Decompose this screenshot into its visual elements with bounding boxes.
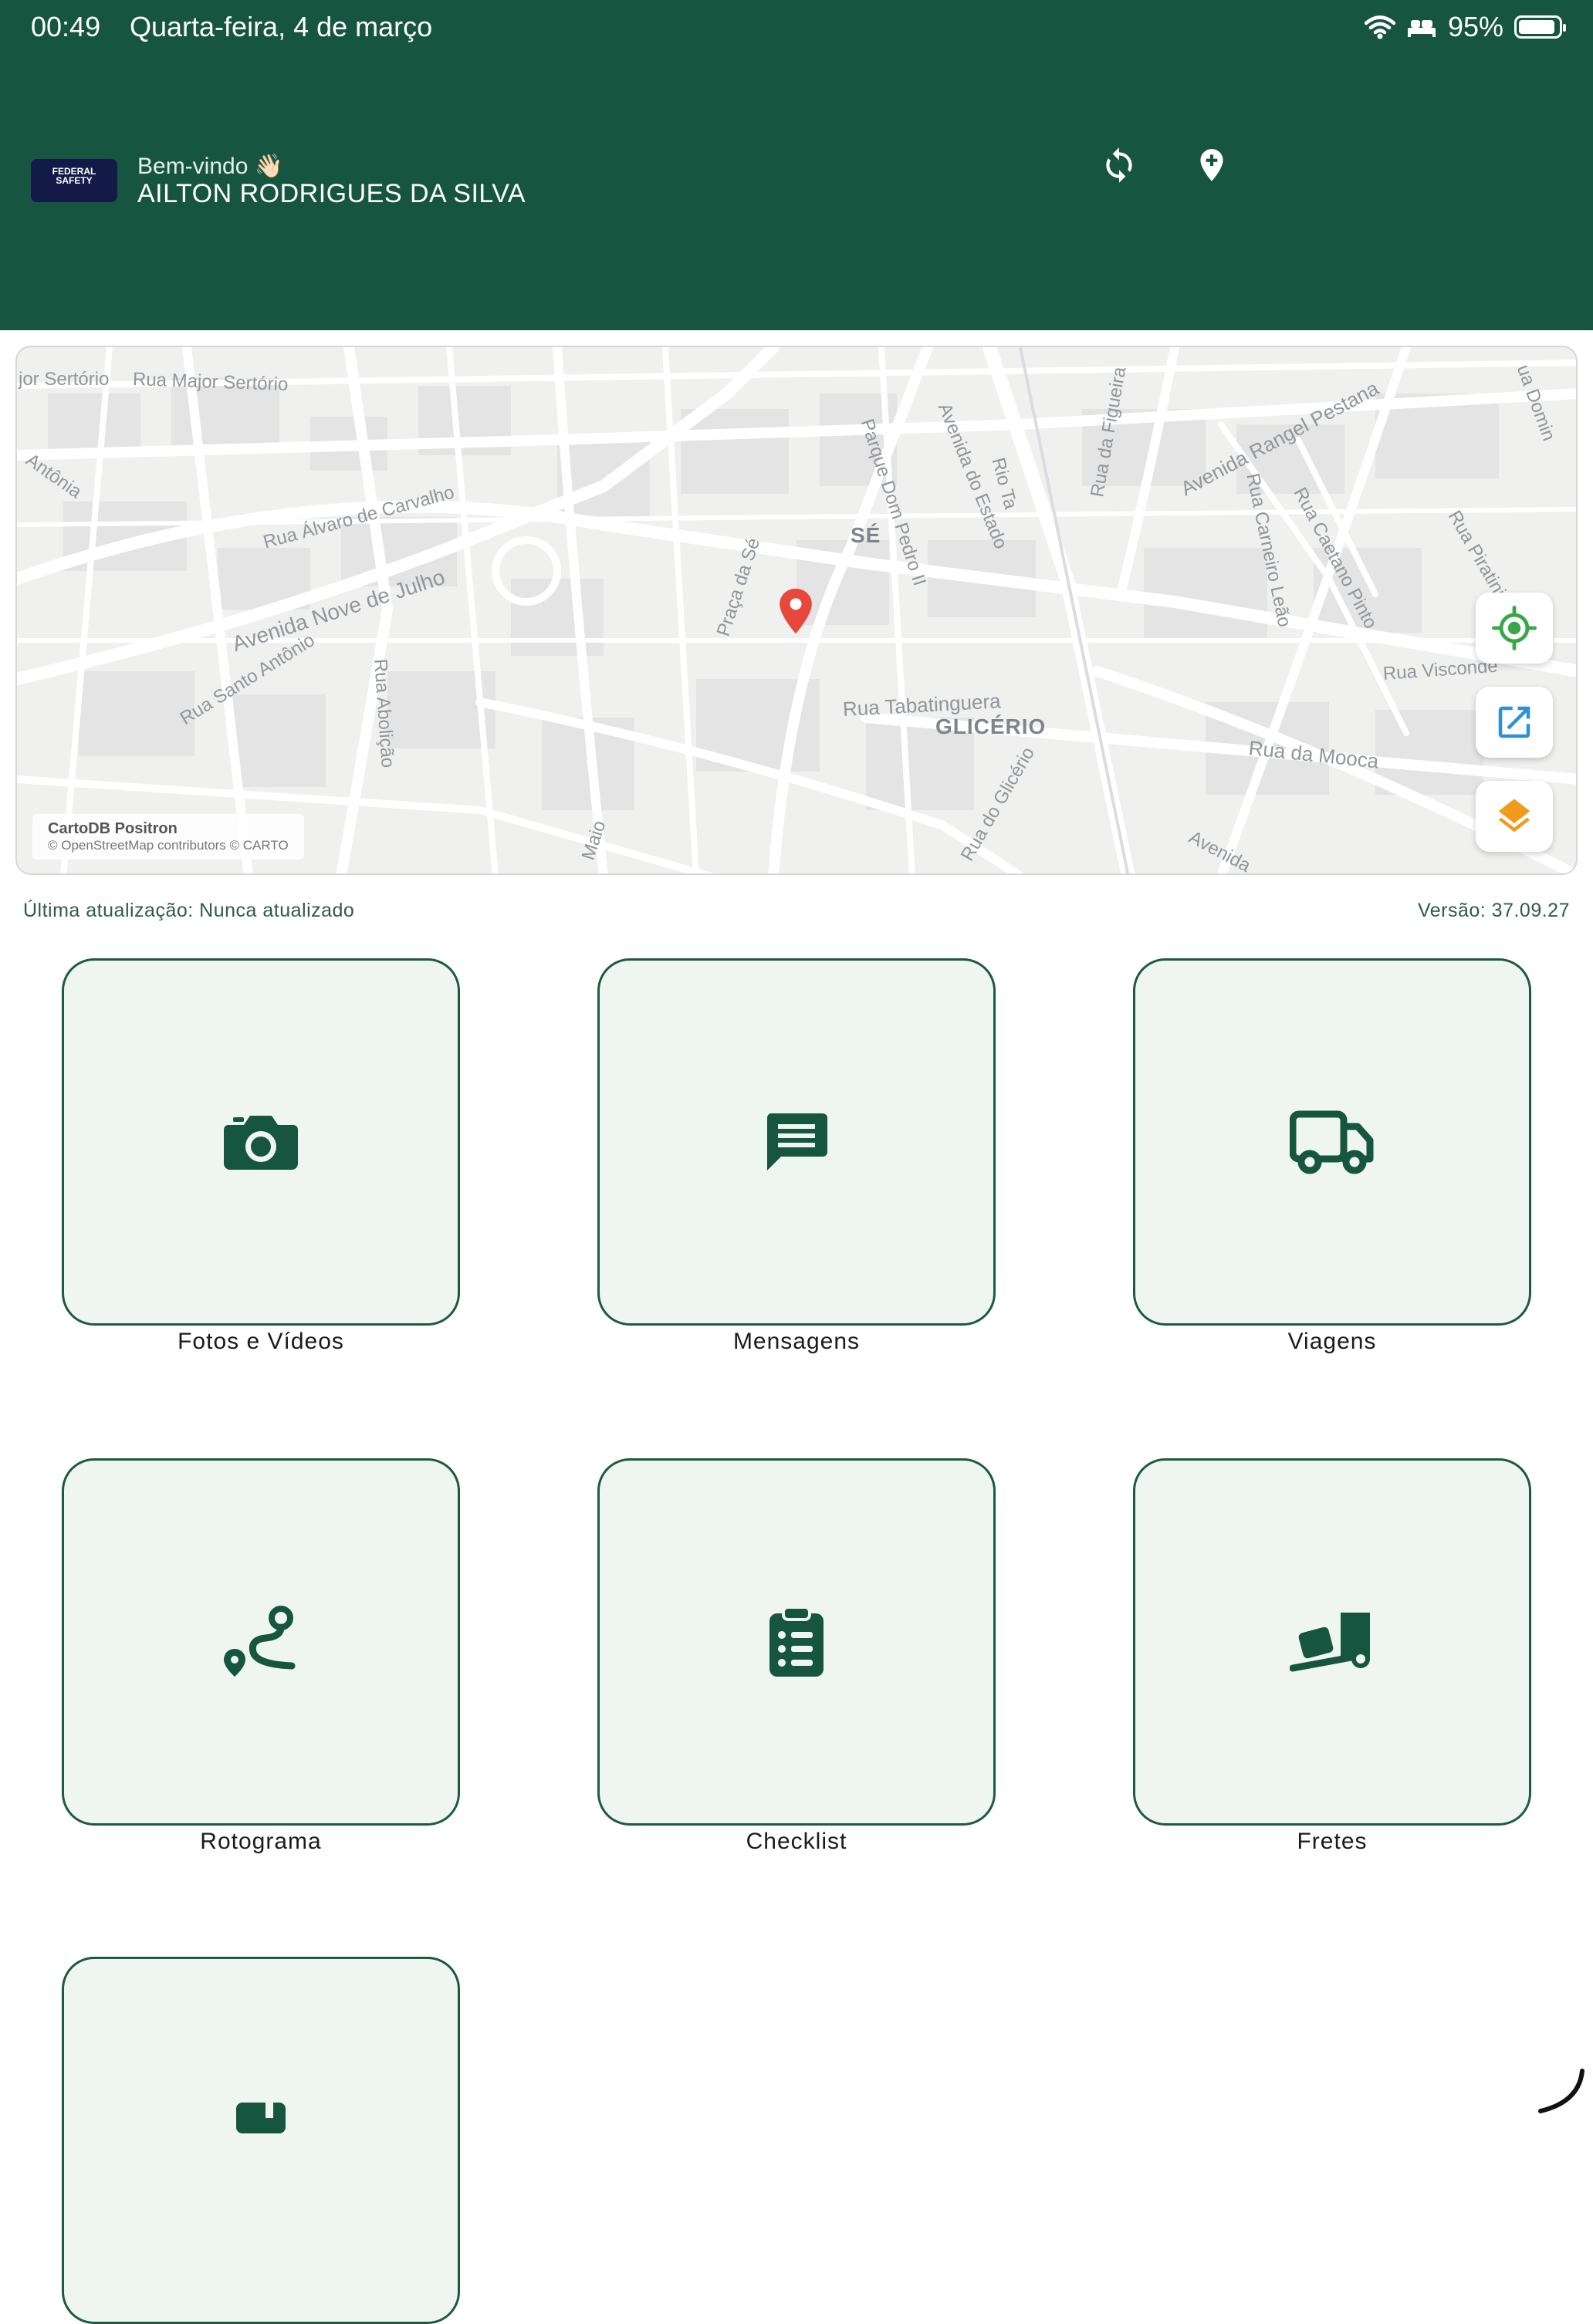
loading-spinner-icon <box>1538 2069 1585 2113</box>
add-location-button[interactable] <box>1187 140 1236 190</box>
district-label: SÉ <box>851 523 881 547</box>
sync-button[interactable] <box>1094 140 1144 190</box>
tile-label: Rotograma <box>200 1829 322 1854</box>
logo-text: FEDERAL SAFETY <box>52 166 96 186</box>
greeting: Bem-vindo 👋🏻 <box>137 154 284 179</box>
crosshair-icon <box>1492 606 1537 650</box>
truck-icon <box>1290 1110 1374 1174</box>
map-view[interactable]: jor Sertório Rua Major Sertório Antônia … <box>15 346 1578 875</box>
wifi-icon <box>1364 15 1395 39</box>
route-icon <box>224 1606 296 1677</box>
open-external-button[interactable] <box>1476 687 1553 758</box>
tile-checklist[interactable] <box>597 1458 996 1826</box>
bed-icon <box>1407 20 1436 37</box>
layers-button[interactable] <box>1476 781 1553 852</box>
last-update-text: Última atualização: Nunca atualizado <box>23 900 355 921</box>
add-location-icon <box>1200 149 1223 181</box>
map-attribution: CartoDB Positron © OpenStreetMap contrib… <box>32 814 304 860</box>
my-location-button[interactable] <box>1476 593 1553 664</box>
street-label: jor Sertório <box>19 369 110 390</box>
battery-percent: 95% <box>1447 11 1503 42</box>
sync-icon <box>1106 147 1132 183</box>
status-time: 00:49 <box>31 11 101 42</box>
user-name: AILTON RODRIGUES DA SILVA <box>137 179 526 208</box>
company-logo: FEDERAL SAFETY <box>31 159 117 202</box>
location-marker-icon[interactable] <box>776 586 815 636</box>
open-in-new-icon <box>1498 706 1530 738</box>
clipboard-list-icon <box>769 1606 824 1677</box>
camera-icon <box>224 1116 298 1170</box>
dolly-icon <box>1290 1613 1370 1672</box>
version-text: Versão: 37.09.27 <box>1417 900 1570 921</box>
attribution-title: CartoDB Positron <box>48 820 178 837</box>
layers-icon <box>1498 799 1530 833</box>
partial-icon <box>236 2103 286 2133</box>
tile-fretes[interactable] <box>1133 1458 1531 1826</box>
tile-viagens[interactable] <box>1133 958 1531 1326</box>
tile-label: Viagens <box>1287 1329 1377 1354</box>
district-label: GLICÉRIO <box>935 714 1047 738</box>
tile-label: Mensagens <box>732 1329 861 1354</box>
tile-label: Fretes <box>1297 1829 1368 1854</box>
app-header: 00:49 Quarta-feira, 4 de março 95% FEDER… <box>0 0 1593 330</box>
tile-fotos-videos[interactable] <box>62 958 460 1326</box>
tile-mensagens[interactable] <box>597 958 996 1326</box>
message-icon <box>766 1113 827 1170</box>
status-icons: 95% <box>1364 11 1566 43</box>
tile-label: Fotos e Vídeos <box>178 1329 344 1354</box>
tile-partial[interactable] <box>62 1957 460 2324</box>
status-date: Quarta-feira, 4 de março <box>130 11 433 42</box>
tile-rotograma[interactable] <box>62 1458 460 1826</box>
tile-label: Checklist <box>746 1829 847 1854</box>
battery-icon <box>1514 15 1566 39</box>
attribution-text: © OpenStreetMap contributors © CARTO <box>48 838 289 853</box>
